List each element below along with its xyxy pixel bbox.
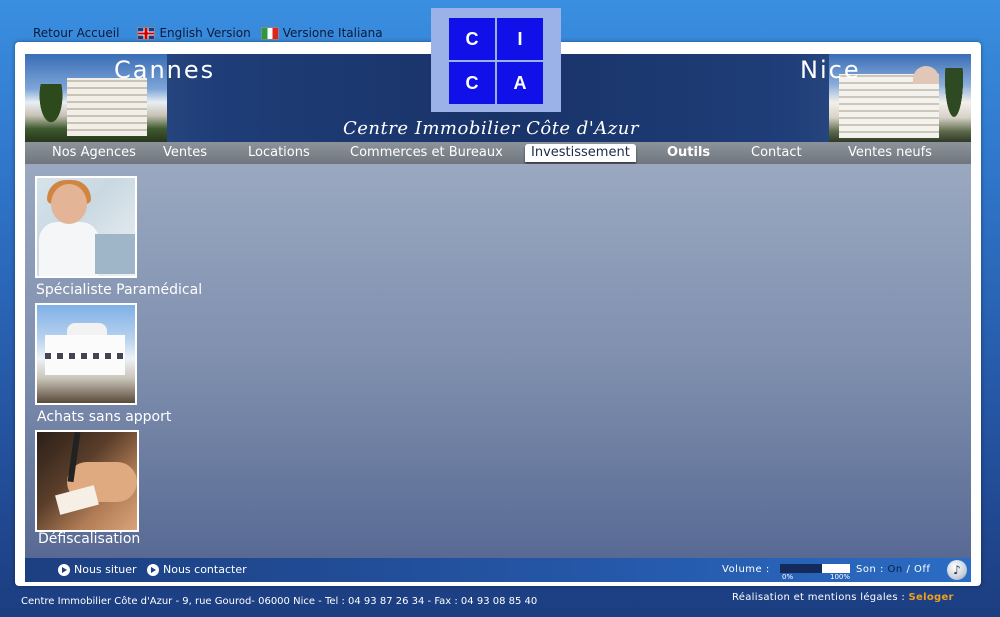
volume-max-label: 100% <box>830 573 851 581</box>
head-shape <box>51 184 87 224</box>
city-cannes: Cannes <box>114 56 216 84</box>
music-note-icon[interactable]: ♪ <box>947 560 967 580</box>
top-links: Retour Accueil English Version Versione … <box>33 24 383 42</box>
sound-label: Son : <box>856 564 884 575</box>
city-nice: Nice <box>800 56 861 84</box>
sound-separator: / <box>906 564 911 575</box>
nav-ventes-neufs[interactable]: Ventes neufs <box>842 144 938 162</box>
card-paramedical-image[interactable] <box>35 176 137 278</box>
logo-letter: A <box>497 62 543 104</box>
cica-logo[interactable]: C I C A <box>431 8 561 112</box>
desk-shape <box>95 234 135 274</box>
sound-on-button[interactable]: On <box>888 564 903 575</box>
arrow-right-icon <box>58 564 70 576</box>
card-paramedical-label[interactable]: Spécialiste Paramédical <box>36 282 202 298</box>
nous-situer-label: Nous situer <box>74 563 137 576</box>
building-windows <box>45 353 125 359</box>
nav-locations[interactable]: Locations <box>242 144 316 162</box>
main-frame: Cannes Nice Centre Immobilier Côte d'Azu… <box>15 42 981 586</box>
nav-commerces-bureaux[interactable]: Commerces et Bureaux <box>344 144 509 162</box>
cannes-palm <box>31 84 71 142</box>
main-nav: Nos Agences Ventes Locations Commerces e… <box>25 142 971 164</box>
card-defiscalisation-image[interactable] <box>35 430 139 532</box>
uk-flag-icon <box>137 26 156 40</box>
volume-label: Volume : <box>722 564 770 575</box>
footer-address: Centre Immobilier Côte d'Azur - 9, rue G… <box>21 596 538 607</box>
logo-letter: C <box>449 62 495 104</box>
sound-off-button[interactable]: Off <box>914 564 930 575</box>
nice-dome <box>913 66 939 84</box>
cannes-building <box>67 78 147 136</box>
site-tagline: Centre Immobilier Côte d'Azur <box>343 118 639 139</box>
volume-min-label: 0% <box>782 573 794 581</box>
italian-link-label: Versione Italiana <box>282 26 383 40</box>
credits-brand-link[interactable]: Seloger <box>909 592 954 603</box>
content-area: Spécialiste Paramédical Achats sans appo… <box>25 164 971 558</box>
home-link[interactable]: Retour Accueil <box>33 26 119 40</box>
nice-palm <box>939 68 969 142</box>
italian-version-link[interactable]: Versione Italiana <box>260 26 383 40</box>
english-link-label: English Version <box>159 26 251 40</box>
nav-outils[interactable]: Outils <box>661 144 716 162</box>
card-achats-image[interactable] <box>35 303 137 405</box>
arrow-right-icon <box>147 564 159 576</box>
paper-shape <box>55 485 99 515</box>
nous-contacter-link[interactable]: Nous contacter <box>147 558 247 582</box>
english-version-link[interactable]: English Version <box>137 26 251 40</box>
card-achats-label[interactable]: Achats sans apport <box>37 409 171 425</box>
home-link-label: Retour Accueil <box>33 26 120 40</box>
nav-contact[interactable]: Contact <box>745 144 808 162</box>
footer-credits: Réalisation et mentions légales : Seloge… <box>732 592 954 603</box>
nav-nos-agences[interactable]: Nos Agences <box>46 144 142 162</box>
footer-bar: Nous situer Nous contacter Volume : 0% 1… <box>25 558 971 582</box>
main-inner: Cannes Nice Centre Immobilier Côte d'Azu… <box>25 54 971 582</box>
volume-fill <box>780 564 822 573</box>
nav-ventes[interactable]: Ventes <box>157 144 213 162</box>
logo-letter: C <box>449 18 495 60</box>
logo-letter: I <box>497 18 543 60</box>
italy-flag-icon <box>260 26 279 40</box>
coat-shape <box>39 222 99 276</box>
card-defiscalisation-label[interactable]: Défiscalisation <box>38 531 140 547</box>
nous-contacter-label: Nous contacter <box>163 563 247 576</box>
credits-prefix: Réalisation et mentions légales : <box>732 592 906 603</box>
sound-toggle: Son : On / Off <box>856 558 930 582</box>
nav-investissement[interactable]: Investissement <box>525 144 636 162</box>
nous-situer-link[interactable]: Nous situer <box>58 558 137 582</box>
volume-slider[interactable] <box>780 564 850 573</box>
